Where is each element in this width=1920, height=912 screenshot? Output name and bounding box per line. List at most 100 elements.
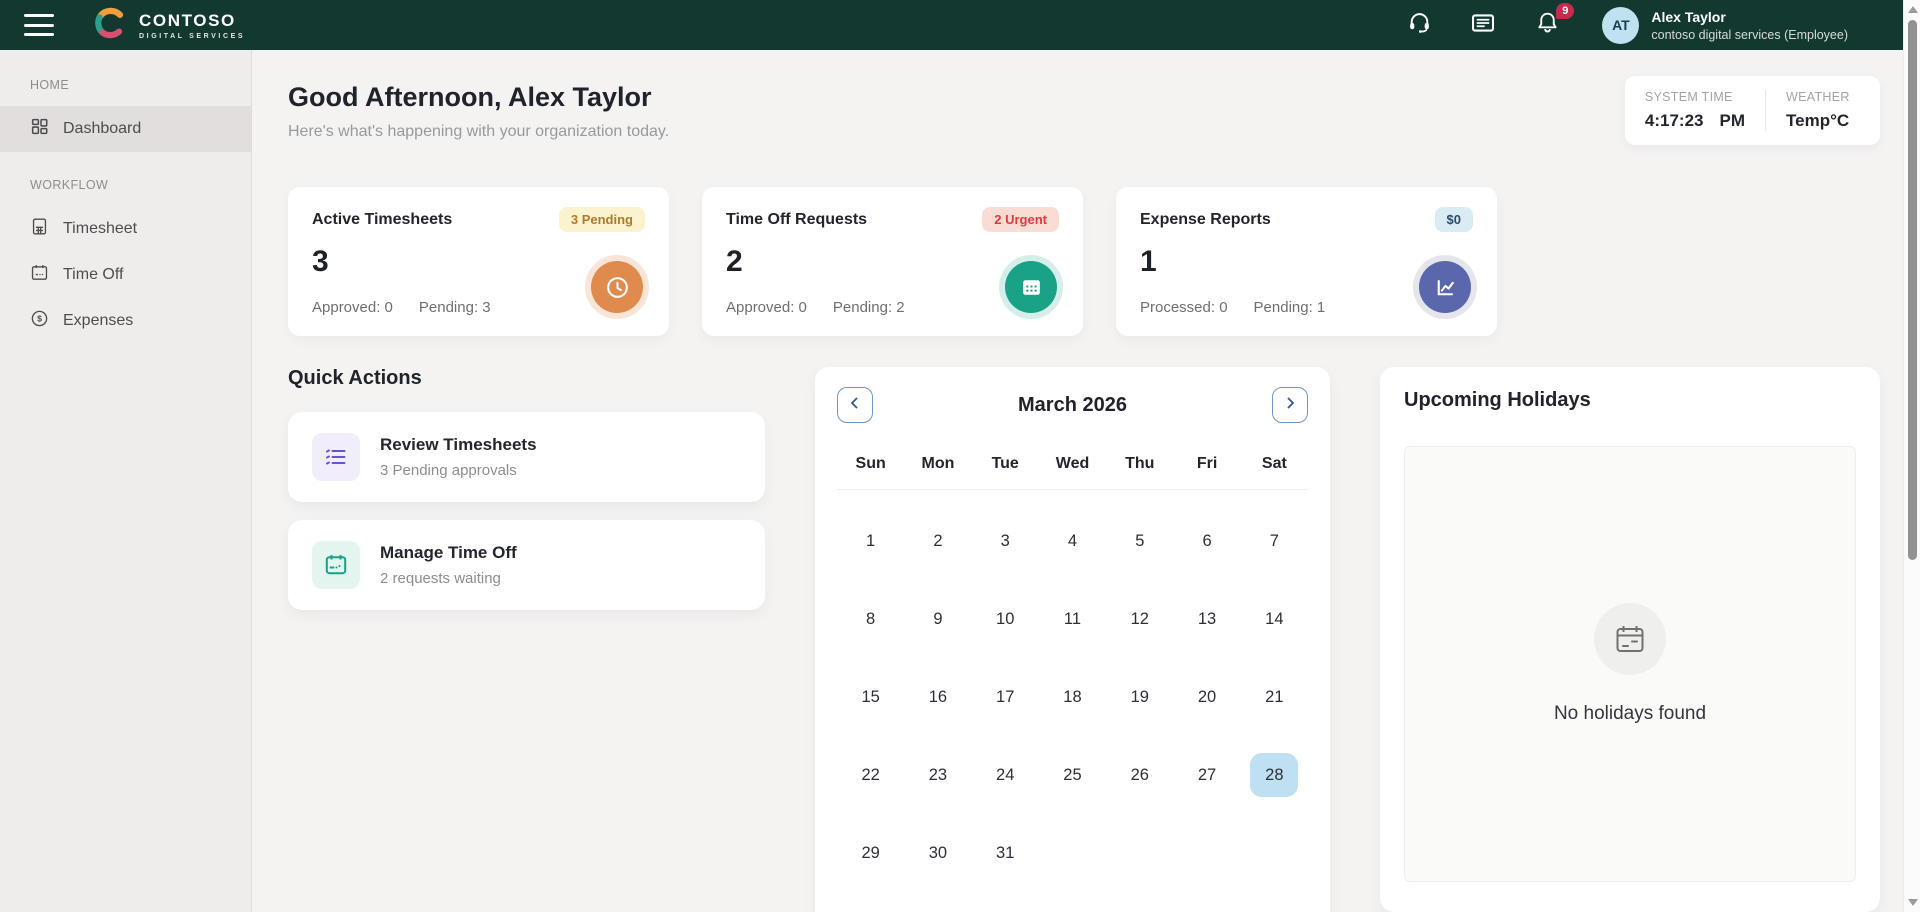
calendar-day[interactable]: 23 (904, 736, 971, 814)
calendar-day[interactable]: 4 (1039, 502, 1106, 580)
sidebar-item-timeoff[interactable]: Time Off (0, 252, 251, 298)
quick-action-subtitle: 2 requests waiting (380, 570, 517, 587)
calendar-day[interactable]: 18 (1039, 658, 1106, 736)
calendar-day[interactable]: 26 (1106, 736, 1173, 814)
calendar-day[interactable]: 25 (1039, 736, 1106, 814)
calendar-next-button[interactable] (1272, 387, 1308, 423)
sidebar-item-dashboard[interactable]: Dashboard (0, 106, 251, 152)
scrollbar-up-arrow[interactable] (1908, 6, 1918, 13)
stat-card-active-timesheets[interactable]: Active Timesheets 3 Pending 3 Approved: … (288, 187, 669, 336)
calendar-day[interactable]: 11 (1039, 580, 1106, 658)
weather: WEATHER Temp°C (1765, 90, 1860, 131)
timesheet-document-icon (30, 217, 49, 241)
topbar: CONTOSO DIGITAL SERVICES (0, 0, 1920, 50)
stat-detail-pending: Pending: 1 (1254, 299, 1326, 316)
announcements-button[interactable] (1468, 10, 1498, 40)
sidebar-section-workflow: WORKFLOW (0, 178, 251, 192)
vertical-scrollbar[interactable] (1903, 0, 1920, 912)
hamburger-menu-icon[interactable] (24, 14, 54, 36)
status-badge: $0 (1435, 207, 1473, 232)
calendar-day[interactable]: 27 (1173, 736, 1240, 814)
calendar-day[interactable]: 14 (1241, 580, 1308, 658)
calendar-card: March 2026 SunMonTueWedThuFriSat 1234567… (815, 367, 1330, 912)
calendar-weekday: Mon (904, 455, 971, 473)
quick-actions-section: Quick Actions Review Timesheets 3 Pendin… (288, 367, 765, 610)
calendar-day[interactable]: 28 (1241, 736, 1308, 814)
stat-detail-pending: Pending: 3 (419, 299, 491, 316)
calendar-day[interactable]: 13 (1173, 580, 1240, 658)
main-content: Good Afternoon, Alex Taylor Here's what'… (252, 0, 1920, 912)
calendar-weekday: Fri (1173, 455, 1240, 473)
brand-tagline: DIGITAL SERVICES (139, 33, 245, 40)
status-badge: 3 Pending (559, 207, 645, 232)
brand-logo[interactable]: CONTOSO DIGITAL SERVICES (92, 4, 245, 47)
calendar-day[interactable]: 5 (1106, 502, 1173, 580)
user-name: Alex Taylor (1651, 9, 1848, 25)
system-time-label: SYSTEM TIME (1645, 90, 1745, 104)
system-time-meridiem: PM (1720, 111, 1746, 131)
clock-icon (591, 261, 643, 313)
calendar-day[interactable]: 21 (1241, 658, 1308, 736)
calendar-day[interactable]: 2 (904, 502, 971, 580)
calendar-day[interactable]: 7 (1241, 502, 1308, 580)
calendar-weekday: Thu (1106, 455, 1173, 473)
content-grid: Quick Actions Review Timesheets 3 Pendin… (288, 367, 1880, 912)
calendar-day[interactable]: 20 (1173, 658, 1240, 736)
stat-card-timeoff-requests[interactable]: Time Off Requests 2 Urgent 2 Approved: 0… (702, 187, 1083, 336)
calendar-prev-button[interactable] (837, 387, 873, 423)
page-subtitle: Here's what's happening with your organi… (288, 123, 669, 141)
calendar-day[interactable]: 12 (1106, 580, 1173, 658)
weather-value: Temp°C (1786, 111, 1849, 131)
avatar[interactable]: AT (1602, 7, 1639, 44)
calendar-day[interactable]: 9 (904, 580, 971, 658)
quick-action-title: Review Timesheets (380, 435, 537, 455)
user-menu[interactable]: Alex Taylor contoso digital services (Em… (1651, 9, 1848, 42)
calendar-day[interactable]: 31 (972, 814, 1039, 892)
calendar-day[interactable]: 15 (837, 658, 904, 736)
calendar-day[interactable]: 16 (904, 658, 971, 736)
calendar-icon (1005, 261, 1057, 313)
sidebar-item-label: Timesheet (63, 220, 137, 238)
sidebar-item-expenses[interactable]: $ Expenses (0, 298, 251, 344)
calendar-day[interactable]: 3 (972, 502, 1039, 580)
notification-count-badge: 9 (1556, 3, 1574, 19)
quick-action-manage-timeoff[interactable]: Manage Time Off 2 requests waiting (288, 520, 765, 610)
contoso-logo-icon (92, 4, 130, 47)
upcoming-holidays-title: Upcoming Holidays (1404, 389, 1856, 412)
stat-title: Active Timesheets (312, 211, 452, 229)
quick-actions-title: Quick Actions (288, 367, 765, 390)
chevron-left-icon (848, 396, 862, 415)
brand-name: CONTOSO (139, 11, 245, 31)
calendar-day[interactable]: 10 (972, 580, 1039, 658)
scrollbar-down-arrow[interactable] (1908, 899, 1918, 906)
scrollbar-thumb[interactable] (1908, 20, 1917, 560)
calendar-day[interactable]: 30 (904, 814, 971, 892)
calendar-day[interactable]: 29 (837, 814, 904, 892)
system-time: SYSTEM TIME 4:17:23 PM (1645, 90, 1745, 131)
notifications-button[interactable]: 9 (1532, 10, 1562, 40)
calendar-day[interactable]: 22 (837, 736, 904, 814)
calendar-month-title: March 2026 (1018, 394, 1127, 417)
calendar-grid: 1234567891011121314151617181920212223242… (837, 502, 1308, 892)
newspaper-icon (1470, 10, 1496, 41)
support-headset-button[interactable] (1404, 10, 1434, 40)
calendar-empty-icon (1594, 603, 1666, 675)
calendar-day[interactable]: 6 (1173, 502, 1240, 580)
page-header: Good Afternoon, Alex Taylor Here's what'… (288, 82, 1880, 145)
stat-card-expense-reports[interactable]: Expense Reports $0 1 Processed: 0 Pendin… (1116, 187, 1497, 336)
calendar-day[interactable]: 1 (837, 502, 904, 580)
calendar-day[interactable]: 17 (972, 658, 1039, 736)
holidays-empty-state: No holidays found (1404, 446, 1856, 882)
calendar-day[interactable]: 24 (972, 736, 1039, 814)
system-time-weather-card: SYSTEM TIME 4:17:23 PM WEATHER Temp°C (1625, 76, 1880, 145)
quick-action-review-timesheets[interactable]: Review Timesheets 3 Pending approvals (288, 412, 765, 502)
sidebar: HOME Dashboard WORKFLOW Timesheet (0, 50, 252, 912)
stat-detail-approved: Approved: 0 (312, 299, 393, 316)
calendar-day[interactable]: 8 (837, 580, 904, 658)
sidebar-item-label: Dashboard (63, 120, 141, 138)
calendar-weekday: Sun (837, 455, 904, 473)
calendar-day[interactable]: 19 (1106, 658, 1173, 736)
sidebar-item-timesheet[interactable]: Timesheet (0, 206, 251, 252)
user-role: contoso digital services (Employee) (1651, 28, 1848, 42)
topbar-actions: 9 AT Alex Taylor contoso digital service… (1370, 7, 1848, 44)
